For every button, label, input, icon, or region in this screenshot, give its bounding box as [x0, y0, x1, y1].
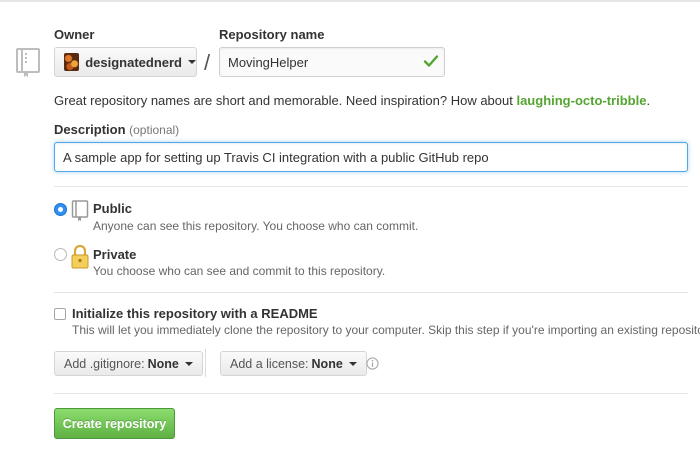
repository-name-hint: Great repository names are short and mem… [54, 93, 650, 108]
description-label: Description (optional) [54, 122, 179, 137]
description-input[interactable] [54, 142, 688, 172]
public-option-description: Anyone can see this repository. You choo… [93, 219, 419, 233]
public-option-title: Public [93, 201, 133, 216]
license-label: Add a license: [230, 356, 309, 371]
avatar [64, 53, 80, 71]
private-option-description: You choose who can see and commit to thi… [93, 264, 386, 278]
section-divider [54, 292, 688, 293]
owner-select-button[interactable]: designatednerd [54, 47, 197, 77]
hint-text: Great repository names are short and mem… [54, 93, 517, 108]
description-label-text: Description [54, 122, 126, 137]
section-divider [54, 393, 688, 394]
readme-checkbox[interactable] [54, 308, 66, 320]
checkmark-icon [423, 55, 439, 67]
name-suggestion-link[interactable]: laughing-octo-tribble [516, 93, 646, 108]
repository-name-input[interactable] [219, 47, 445, 77]
owner-repo-separator: / [204, 50, 211, 75]
optional-tag: (optional) [129, 123, 180, 137]
top-divider [0, 0, 700, 2]
section-divider [54, 186, 688, 187]
vertical-divider [205, 349, 206, 377]
hint-suffix: . [646, 93, 651, 108]
repo-book-icon [16, 48, 40, 77]
repo-book-icon [71, 200, 89, 221]
owner-label: Owner [54, 27, 95, 42]
owner-selected-value: designatednerd [85, 54, 182, 70]
info-icon[interactable] [366, 357, 379, 370]
private-radio[interactable] [54, 248, 67, 261]
gitignore-label: Add .gitignore: [64, 356, 145, 371]
gitignore-value: None [147, 356, 179, 371]
create-repository-button[interactable]: Create repository [54, 408, 175, 439]
lock-icon [71, 244, 89, 269]
license-value: None [311, 356, 343, 371]
repository-name-label: Repository name [219, 27, 325, 42]
chevron-down-icon [348, 361, 357, 366]
license-select-button[interactable]: Add a license: None [220, 351, 367, 376]
chevron-down-icon [188, 60, 196, 64]
gitignore-select-button[interactable]: Add .gitignore: None [54, 351, 203, 376]
readme-description: This will let you immediately clone the … [72, 323, 700, 337]
private-option-title: Private [93, 247, 137, 262]
chevron-down-icon [184, 361, 193, 366]
public-radio[interactable] [54, 203, 67, 216]
readme-title: Initialize this repository with a README [72, 306, 318, 321]
